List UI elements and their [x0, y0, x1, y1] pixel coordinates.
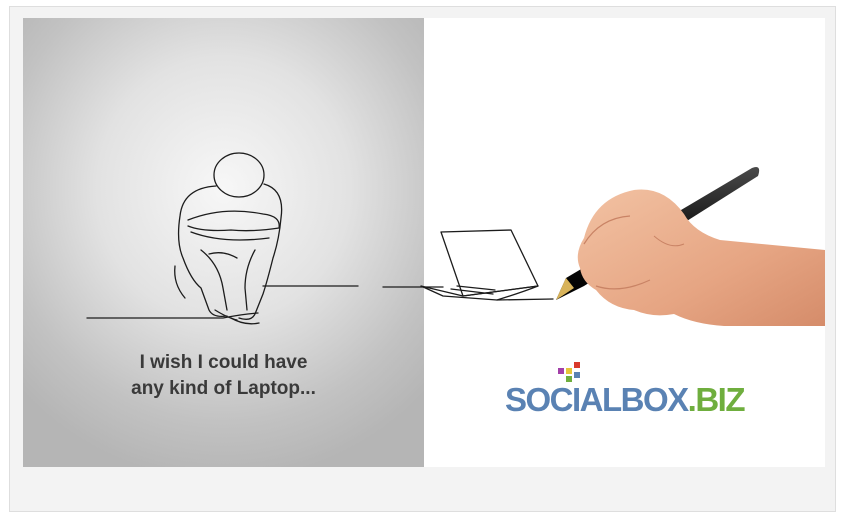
- ground-line-left: [86, 312, 259, 319]
- logo-name: SOCIALBOX: [504, 381, 689, 418]
- socialbox-logo: SOCIALBOX.BIZ: [424, 360, 825, 420]
- logo-tld: .BIZ: [687, 381, 746, 418]
- caption-line-2: any kind of Laptop...: [131, 378, 316, 399]
- caption-text: I wish I could have any kind of Laptop..…: [23, 350, 424, 402]
- sitting-person-drawing: [174, 152, 283, 325]
- logo-wordmark: SOCIALBOX.BIZ: [424, 382, 825, 418]
- caption-line-1: I wish I could have: [139, 352, 308, 373]
